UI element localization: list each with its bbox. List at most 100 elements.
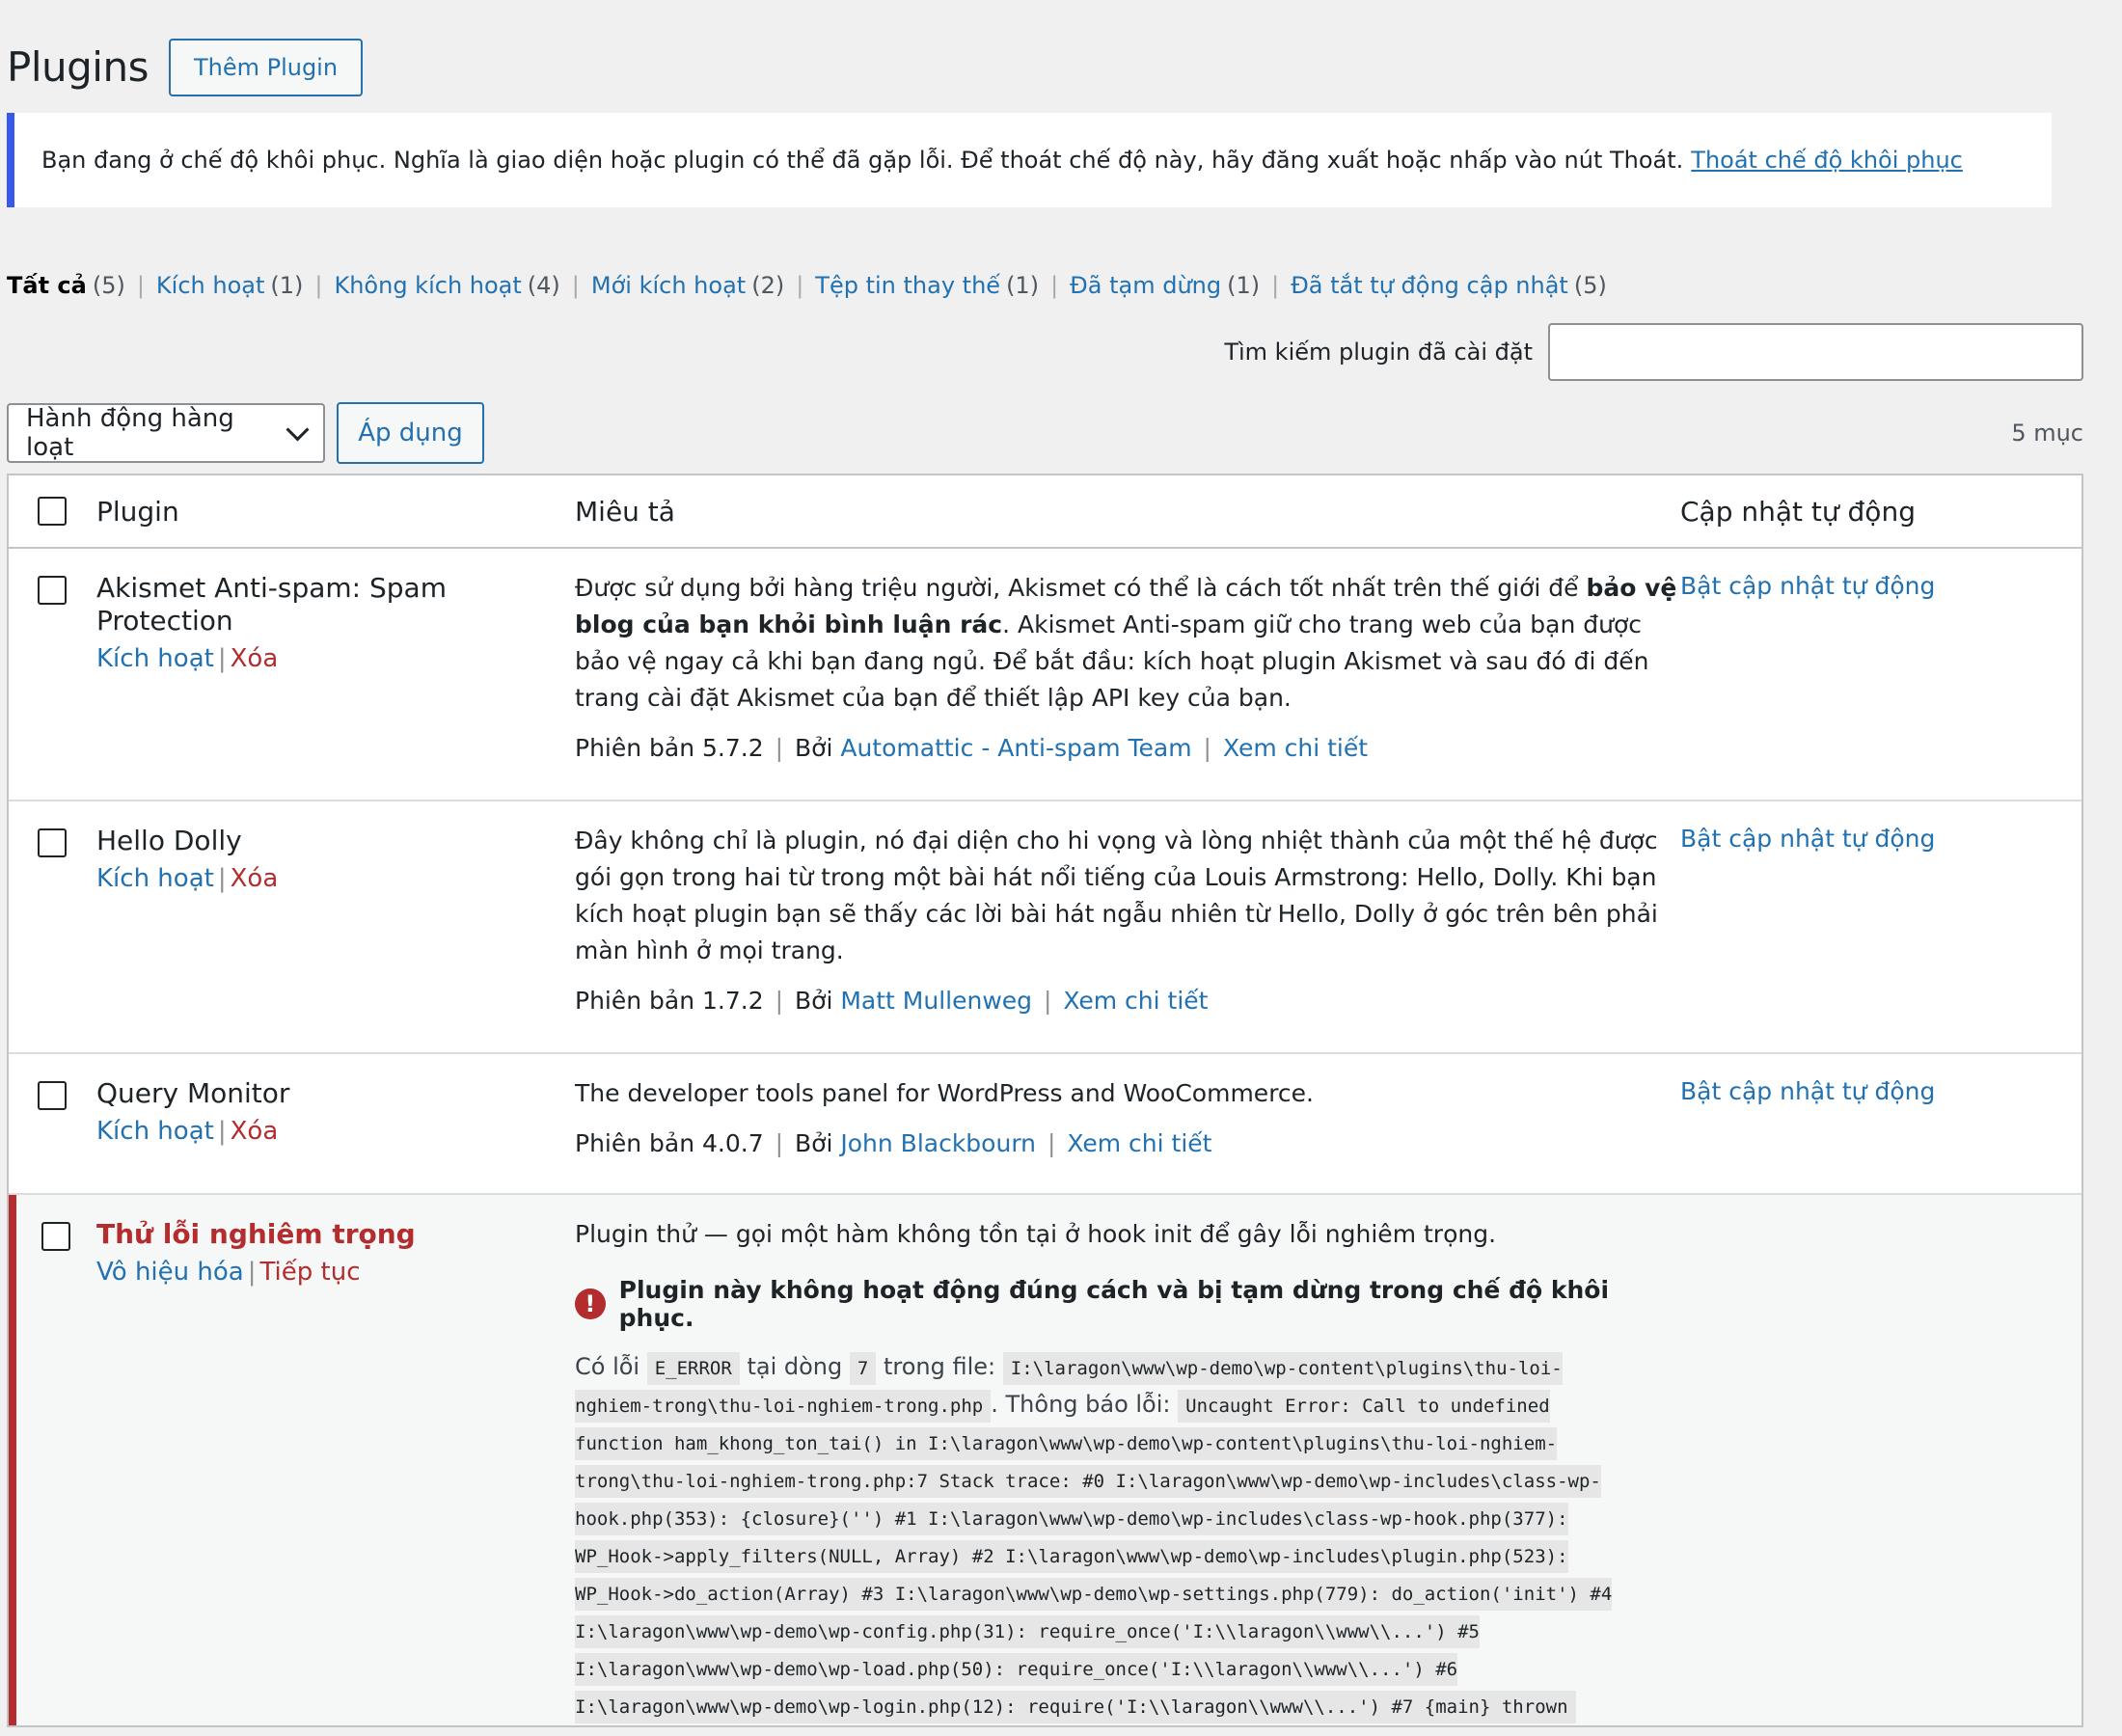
table-header: Plugin Miêu tả Cập nhật tự động bbox=[9, 475, 2081, 549]
view-details-link[interactable]: Xem chi tiết bbox=[1063, 987, 1208, 1015]
plugin-description-cell: Plugin thử — gọi một hàm không tồn tại ở… bbox=[575, 1218, 1680, 1725]
column-auto-updates: Cập nhật tự động bbox=[1680, 495, 1916, 528]
error-heading: ! Plugin này không hoạt động đúng cách v… bbox=[575, 1276, 1680, 1332]
delete-link[interactable]: Xóa bbox=[231, 644, 279, 673]
items-count: 5 mục bbox=[2011, 420, 2083, 447]
plugin-version: 1.7.2 bbox=[702, 987, 764, 1015]
filter-separator: | bbox=[136, 272, 145, 299]
filter-inactive[interactable]: Không kích hoạt (4) bbox=[334, 272, 559, 299]
auto-update-cell: Bật cập nhật tự động bbox=[1680, 1077, 2081, 1105]
plugin-name-cell: Hello Dolly Kích hoạt | Xóa bbox=[96, 825, 575, 894]
activate-link[interactable]: Kích hoạt bbox=[96, 1117, 214, 1146]
filter-auto-update-disabled[interactable]: Đã tắt tự động cập nhật (5) bbox=[1291, 272, 1607, 299]
plugin-description: Plugin thử — gọi một hàm không tồn tại ở… bbox=[575, 1220, 1497, 1248]
filter-separator: | bbox=[571, 272, 580, 299]
recovery-mode-notice: Bạn đang ở chế độ khôi phục. Nghĩa là gi… bbox=[7, 113, 2052, 207]
row-checkbox-cell bbox=[9, 572, 96, 605]
notice-text: Bạn đang ở chế độ khôi phục. Nghĩa là gi… bbox=[41, 147, 1684, 174]
enable-auto-update-link[interactable]: Bật cập nhật tự động bbox=[1680, 1077, 1935, 1105]
plugin-title: Akismet Anti-spam: Spam Protection bbox=[96, 572, 447, 637]
row-checkbox[interactable] bbox=[37, 576, 67, 605]
apply-button[interactable]: Áp dụng bbox=[337, 402, 484, 464]
error-heading-text: Plugin này không hoạt động đúng cách và … bbox=[618, 1276, 1610, 1332]
action-separator: | bbox=[217, 644, 227, 673]
table-row: Query Monitor Kích hoạt | Xóa The develope… bbox=[9, 1054, 2081, 1195]
table-row: Hello Dolly Kích hoạt | Xóa Đây không chỉ … bbox=[9, 801, 2081, 1054]
activate-link[interactable]: Kích hoạt bbox=[96, 644, 214, 673]
error-code: E_ERROR bbox=[646, 1352, 740, 1385]
filter-paused[interactable]: Đã tạm dừng (1) bbox=[1070, 272, 1260, 299]
action-separator: | bbox=[247, 1258, 257, 1287]
plugin-meta: Phiên bản 4.0.7 | Bởi John Blackbourn | … bbox=[575, 1129, 1212, 1157]
row-actions: Vô hiệu hóa | Tiếp tục bbox=[96, 1257, 575, 1288]
auto-update-cell: Bật cập nhật tự động bbox=[1680, 825, 2081, 853]
plugin-description-cell: The developer tools panel for WordPress … bbox=[575, 1077, 1680, 1157]
error-message: Uncaught Error: Call to undefined functi… bbox=[575, 1390, 1613, 1723]
plugin-version: 4.0.7 bbox=[702, 1129, 764, 1157]
delete-link[interactable]: Xóa bbox=[231, 864, 279, 893]
deactivate-link[interactable]: Vô hiệu hóa bbox=[96, 1258, 244, 1287]
delete-link[interactable]: Xóa bbox=[231, 1117, 279, 1146]
row-checkbox[interactable] bbox=[37, 828, 67, 857]
search-label: Tìm kiếm plugin đã cài đặt bbox=[1224, 339, 1533, 366]
search-input[interactable] bbox=[1548, 323, 2083, 381]
view-details-link[interactable]: Xem chi tiết bbox=[1223, 734, 1368, 762]
error-icon: ! bbox=[575, 1288, 606, 1319]
plugin-description-cell: Được sử dụng bởi hàng triệu người, Akism… bbox=[575, 572, 1680, 762]
auto-update-cell: Bật cập nhật tự động bbox=[1680, 572, 2081, 600]
chevron-down-icon bbox=[286, 417, 310, 442]
plugin-status-filters: Tất cả (5) | Kích hoạt (1) | Không kích ho… bbox=[7, 261, 2090, 310]
action-separator: | bbox=[217, 864, 227, 893]
row-actions: Kích hoạt | Xóa bbox=[96, 1116, 575, 1147]
exit-recovery-link[interactable]: Thoát chế độ khôi phục bbox=[1691, 147, 1963, 174]
plugin-meta: Phiên bản 1.7.2 | Bởi Matt Mullenweg | X… bbox=[575, 987, 1209, 1015]
plugin-description: The developer tools panel for WordPress … bbox=[575, 1079, 1314, 1107]
add-plugin-button[interactable]: Thêm Plugin bbox=[168, 39, 364, 96]
plugins-page: Plugins Thêm Plugin Bạn đang ở chế độ kh… bbox=[7, 0, 2090, 1727]
row-checkbox[interactable] bbox=[37, 1081, 67, 1110]
bulk-action-select[interactable]: Hành động hàng loạt bbox=[7, 403, 325, 463]
table-row-paused: Thử lỗi nghiêm trọng Vô hiệu hóa | Tiếp tụ… bbox=[9, 1195, 2081, 1725]
select-all-cell bbox=[9, 497, 96, 526]
search-box: Tìm kiếm plugin đã cài đặt bbox=[7, 323, 2083, 381]
plugin-name-cell: Query Monitor Kích hoạt | Xóa bbox=[96, 1077, 575, 1147]
plugin-name-cell: Akismet Anti-spam: Spam Protection Kích … bbox=[96, 572, 575, 674]
enable-auto-update-link[interactable]: Bật cập nhật tự động bbox=[1680, 825, 1935, 853]
select-all-checkbox[interactable] bbox=[37, 497, 67, 526]
column-description: Miêu tả bbox=[575, 495, 675, 528]
filter-all[interactable]: Tất cả (5) bbox=[7, 272, 125, 299]
filter-separator: | bbox=[314, 272, 323, 299]
author-link[interactable]: Matt Mullenweg bbox=[840, 987, 1032, 1015]
filter-separator: | bbox=[1050, 272, 1059, 299]
plugin-title: Thử lỗi nghiêm trọng bbox=[96, 1218, 416, 1250]
plugin-name-cell: Thử lỗi nghiêm trọng Vô hiệu hóa | Tiếp tụ… bbox=[96, 1218, 575, 1288]
activate-link[interactable]: Kích hoạt bbox=[96, 864, 214, 893]
filter-recently-active[interactable]: Mới kích hoạt (2) bbox=[591, 272, 784, 299]
row-checkbox-cell bbox=[9, 825, 96, 857]
view-details-link[interactable]: Xem chi tiết bbox=[1067, 1129, 1211, 1157]
error-line: 7 bbox=[849, 1352, 877, 1385]
plugin-title: Hello Dolly bbox=[96, 825, 242, 856]
filter-separator: | bbox=[796, 272, 804, 299]
author-link[interactable]: Automattic - Anti-spam Team bbox=[840, 734, 1191, 762]
bulk-actions-bar: Hành động hàng loạt Áp dụng 5 mục bbox=[7, 402, 2083, 464]
row-checkbox-cell bbox=[16, 1218, 96, 1251]
filter-separator: | bbox=[1271, 272, 1280, 299]
row-checkbox-cell bbox=[9, 1077, 96, 1110]
resume-link[interactable]: Tiếp tục bbox=[259, 1258, 360, 1287]
action-separator: | bbox=[217, 1117, 227, 1146]
plugin-description: Được sử dụng bởi hàng triệu người, Akism… bbox=[575, 574, 1677, 712]
filter-active[interactable]: Kích hoạt (1) bbox=[156, 272, 303, 299]
plugin-description-cell: Đây không chỉ là plugin, nó đại diện cho… bbox=[575, 825, 1680, 1015]
plugin-version: 5.7.2 bbox=[702, 734, 764, 762]
enable-auto-update-link[interactable]: Bật cập nhật tự động bbox=[1680, 572, 1935, 600]
plugin-description: Đây không chỉ là plugin, nó đại diện cho… bbox=[575, 827, 1658, 964]
row-checkbox[interactable] bbox=[41, 1222, 70, 1251]
row-actions: Kích hoạt | Xóa bbox=[96, 643, 575, 674]
filter-dropins[interactable]: Tệp tin thay thế (1) bbox=[815, 272, 1039, 299]
author-link[interactable]: John Blackbourn bbox=[840, 1129, 1036, 1157]
page-title: Plugins bbox=[7, 43, 149, 91]
row-actions: Kích hoạt | Xóa bbox=[96, 863, 575, 894]
column-plugin: Plugin bbox=[96, 495, 179, 528]
table-row: Akismet Anti-spam: Spam Protection Kích … bbox=[9, 549, 2081, 801]
